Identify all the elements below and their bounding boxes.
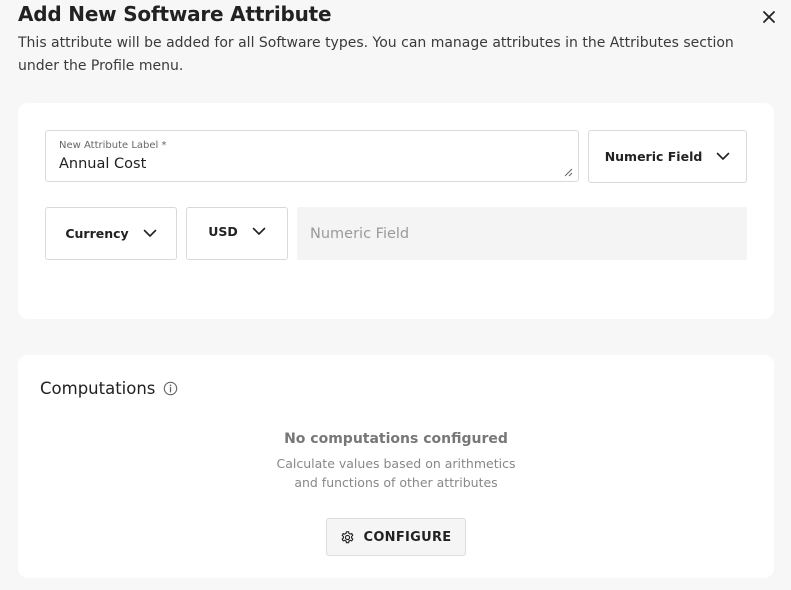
chevron-down-icon xyxy=(252,227,266,235)
gear-icon xyxy=(342,530,354,543)
computations-card: Computations No computations configured … xyxy=(18,355,774,578)
chevron-down-icon xyxy=(143,229,156,237)
resize-grip-icon[interactable] xyxy=(564,168,573,177)
info-icon[interactable] xyxy=(163,381,178,396)
attribute-label-caption: New Attribute Label * xyxy=(59,140,167,151)
field-type-select[interactable]: Numeric Field xyxy=(588,130,747,183)
empty-state-description: Calculate values based on arithmetics an… xyxy=(18,454,774,492)
configure-button[interactable]: CONFIGURE xyxy=(326,518,466,556)
close-button[interactable] xyxy=(758,6,780,28)
computations-title: Computations xyxy=(40,379,156,398)
configure-label: CONFIGURE xyxy=(363,529,452,545)
unit-type-select[interactable]: Currency xyxy=(45,207,177,260)
chevron-down-icon xyxy=(716,152,730,160)
numeric-value-input[interactable] xyxy=(297,207,747,260)
unit-type-value: Currency xyxy=(65,226,129,241)
attribute-label-field[interactable]: New Attribute Label * Annual Cost xyxy=(45,130,579,182)
dialog-title: Add New Software Attribute xyxy=(18,2,332,26)
dialog-subtitle: This attribute will be added for all Sof… xyxy=(18,35,734,74)
attribute-label-value[interactable]: Annual Cost xyxy=(59,156,146,172)
close-icon xyxy=(763,11,775,23)
empty-state-line-2: and functions of other attributes xyxy=(294,475,498,490)
field-type-value: Numeric Field xyxy=(604,149,703,164)
empty-state-title: No computations configured xyxy=(284,431,508,447)
empty-state-line-1: Calculate values based on arithmetics xyxy=(276,456,516,471)
currency-code-select[interactable]: USD xyxy=(186,207,288,260)
computations-heading: Computations xyxy=(40,379,178,398)
currency-code-value: USD xyxy=(208,224,238,239)
attribute-form-card: New Attribute Label * Annual Cost Numeri… xyxy=(18,103,774,319)
